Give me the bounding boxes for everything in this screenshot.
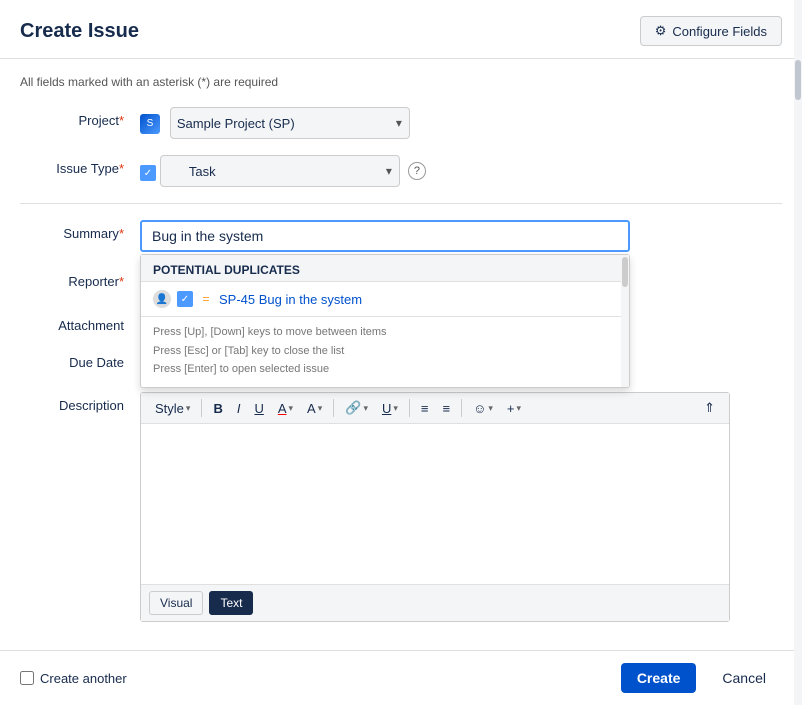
issue-type-row: Issue Type* ✓ Task Bug Story Epic ? [20,155,782,187]
description-row: Description Style ▾ B I U A ▾ [20,392,782,622]
autocomplete-header: POTENTIAL DUPLICATES [141,255,629,282]
issue-type-required-star: * [119,161,124,176]
autocomplete-item-text: SP-45 Bug in the system [219,292,362,307]
project-required-star: * [119,113,124,128]
editor-footer: Visual Text [141,584,729,621]
create-issue-modal: Create Issue ⚙ Configure Fields All fiel… [0,0,802,705]
project-select-wrapper: S Sample Project (SP) [140,107,410,139]
scrollbar-track[interactable] [794,0,802,705]
configure-fields-button[interactable]: ⚙ Configure Fields [640,16,782,46]
style-dropdown-button[interactable]: Style ▾ [149,398,196,419]
emoji-button[interactable]: ☺▾ [467,398,499,419]
toolbar-separator-2 [333,399,334,417]
description-label: Description [20,392,140,413]
toolbar-separator-3 [409,399,410,417]
style-chevron-icon: ▾ [186,403,191,414]
person-icon: 👤 [153,290,171,308]
ordered-list-button[interactable]: ≡ [436,398,456,419]
project-icon: S [140,114,160,134]
gear-icon: ⚙ [655,23,667,39]
font-size-button[interactable]: A ▾ [301,398,328,419]
help-icon[interactable]: ? [408,162,426,180]
autocomplete-item[interactable]: 👤 ✓ = SP-45 Bug in the system [141,282,629,316]
issue-type-select[interactable]: Task Bug Story Epic [160,155,400,187]
issue-type-label: Issue Type* [20,155,140,176]
due-date-label: Due Date [20,349,140,370]
configure-fields-label: Configure Fields [672,24,767,39]
project-row: Project* S Sample Project (SP) [20,107,782,139]
modal-header: Create Issue ⚙ Configure Fields [0,0,802,59]
modal-title: Create Issue [20,20,139,43]
summary-input[interactable] [140,220,630,252]
project-select[interactable]: Sample Project (SP) [170,107,410,139]
insert-chevron-icon: ▾ [516,403,521,414]
priority-icon: = [199,292,213,306]
autocomplete-instructions: Press [Up], [Down] keys to move between … [141,316,629,387]
footer-left: Create another [20,671,611,686]
form-divider [20,203,782,204]
attachment-label: Attachment [20,312,140,333]
summary-control: POTENTIAL DUPLICATES 👤 ✓ = SP-45 Bug in … [140,220,782,252]
editor-wrapper: Style ▾ B I U A ▾ A ▾ [140,392,730,622]
autocomplete-scrollbar[interactable] [621,255,629,387]
cancel-button[interactable]: Cancel [706,663,782,693]
toolbar-separator-1 [201,399,202,417]
toolbar-separator-4 [461,399,462,417]
bold-button[interactable]: B [207,398,228,419]
underline2-button[interactable]: U ▾ [376,398,404,419]
autocomplete-scrollbar-thumb [622,257,628,287]
underline-button[interactable]: U [248,398,269,419]
issue-type-control: ✓ Task Bug Story Epic ? [140,155,782,187]
reporter-required-star: * [119,274,124,289]
text-color-chevron-icon: ▾ [289,403,294,414]
summary-required-star: * [119,226,124,241]
create-button[interactable]: Create [621,663,697,693]
emoji-chevron-icon: ▾ [488,403,493,414]
text-mode-button[interactable]: Text [209,591,253,615]
editor-toolbar: Style ▾ B I U A ▾ A ▾ [141,393,729,424]
project-label: Project* [20,107,140,128]
bullet-list-button[interactable]: ≡ [415,398,435,419]
issue-type-row-inner: ✓ Task Bug Story Epic ? [140,155,782,187]
issue-type-select-wrapper: ✓ Task Bug Story Epic [140,155,400,187]
project-control: S Sample Project (SP) [140,107,782,139]
italic-button[interactable]: I [231,398,247,419]
description-editor[interactable] [141,424,729,584]
summary-label: Summary* [20,220,140,241]
create-another-label[interactable]: Create another [40,671,127,686]
task-icon: ✓ [140,165,156,181]
insert-button[interactable]: + ▾ [501,398,527,419]
autocomplete-task-icon: ✓ [177,291,193,307]
description-control: Style ▾ B I U A ▾ A ▾ [140,392,782,622]
required-note: All fields marked with an asterisk (*) a… [20,75,782,89]
create-another-checkbox[interactable] [20,671,34,685]
expand-button[interactable]: ⇑ [698,397,721,419]
autocomplete-dropdown: POTENTIAL DUPLICATES 👤 ✓ = SP-45 Bug in … [140,254,630,388]
modal-footer: Create another Create Cancel [0,650,802,705]
underline2-chevron-icon: ▾ [393,403,398,414]
scrollbar-thumb [795,60,801,100]
link-button[interactable]: 🔗▾ [339,397,374,419]
text-color-button[interactable]: A ▾ [272,398,299,419]
summary-row: Summary* POTENTIAL DUPLICATES 👤 ✓ = SP-4… [20,220,782,252]
reporter-label: Reporter* [20,268,140,289]
font-size-chevron-icon: ▾ [318,403,323,414]
link-chevron-icon: ▾ [363,403,368,414]
visual-mode-button[interactable]: Visual [149,591,203,615]
modal-body: All fields marked with an asterisk (*) a… [0,59,802,650]
